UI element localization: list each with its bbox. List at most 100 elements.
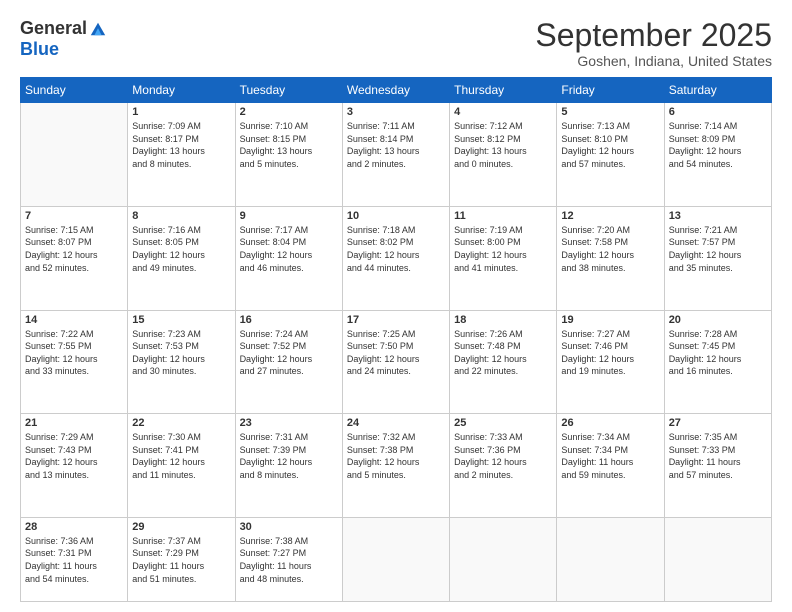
day-number: 14 [25,314,123,326]
header-row: Sunday Monday Tuesday Wednesday Thursday… [21,78,772,103]
day-info: Sunrise: 7:11 AM Sunset: 8:14 PM Dayligh… [347,120,445,170]
day-info: Sunrise: 7:26 AM Sunset: 7:48 PM Dayligh… [454,328,552,378]
table-row: 9 Sunrise: 7:17 AM Sunset: 8:04 PM Daylig… [235,206,342,310]
day-info: Sunrise: 7:16 AM Sunset: 8:05 PM Dayligh… [132,224,230,274]
table-row: 11 Sunrise: 7:19 AM Sunset: 8:00 PM Dayli… [450,206,557,310]
table-row: 16Sunrise: 7:24 AM Sunset: 7:52 PM Dayli… [235,310,342,414]
day-number: 3 [347,106,445,118]
day-number: 10 [347,210,445,222]
day-number: 6 [669,106,767,118]
col-saturday: Saturday [664,78,771,103]
table-row: 23 Sunrise: 7:31 AM Sunset: 7:39 PM Dayli… [235,414,342,518]
day-info: Sunrise: 7:23 AM Sunset: 7:53 PM Dayligh… [132,328,230,378]
day-number: 27 [669,417,767,429]
table-row: 2 Sunrise: 7:10 AM Sunset: 8:15 PM Daylig… [235,103,342,207]
col-monday: Monday [128,78,235,103]
table-row: 4 Sunrise: 7:12 AM Sunset: 8:12 PM Daylig… [450,103,557,207]
day-info: Sunrise: 7:13 AM Sunset: 8:10 PM Dayligh… [561,120,659,170]
table-row: 18 Sunrise: 7:26 AM Sunset: 7:48 PM Dayli… [450,310,557,414]
day-number: 24 [347,417,445,429]
day-number: 23 [240,417,338,429]
day-number: 21 [25,417,123,429]
header: General Blue September 2025 Goshen, Indi… [20,18,772,69]
table-row: 26Sunrise: 7:34 AM Sunset: 7:34 PM Dayli… [557,414,664,518]
day-info: Sunrise: 7:09 AM Sunset: 8:17 PM Dayligh… [132,120,230,170]
table-row: 1Sunrise: 7:09 AM Sunset: 8:17 PM Daylig… [128,103,235,207]
day-info: Sunrise: 7:31 AM Sunset: 7:39 PM Dayligh… [240,431,338,481]
col-tuesday: Tuesday [235,78,342,103]
day-number: 28 [25,521,123,533]
day-info: Sunrise: 7:38 AM Sunset: 7:27 PM Dayligh… [240,535,338,585]
day-info: Sunrise: 7:21 AM Sunset: 7:57 PM Dayligh… [669,224,767,274]
day-number: 9 [240,210,338,222]
day-number: 29 [132,521,230,533]
logo: General Blue [20,18,107,60]
col-friday: Friday [557,78,664,103]
table-row: 19 Sunrise: 7:27 AM Sunset: 7:46 PM Dayli… [557,310,664,414]
table-row: 14 Sunrise: 7:22 AM Sunset: 7:55 PM Dayli… [21,310,128,414]
day-number: 25 [454,417,552,429]
day-number: 7 [25,210,123,222]
day-number: 19 [561,314,659,326]
day-info: Sunrise: 7:27 AM Sunset: 7:46 PM Dayligh… [561,328,659,378]
day-number: 12 [561,210,659,222]
day-number: 30 [240,521,338,533]
table-row: 3 Sunrise: 7:11 AM Sunset: 8:14 PM Daylig… [342,103,449,207]
table-row: 21 Sunrise: 7:29 AM Sunset: 7:43 PM Dayli… [21,414,128,518]
logo-icon [89,20,107,38]
page: General Blue September 2025 Goshen, Indi… [0,0,792,612]
table-row: 29 Sunrise: 7:37 AM Sunset: 7:29 PM Dayli… [128,517,235,601]
col-thursday: Thursday [450,78,557,103]
day-info: Sunrise: 7:19 AM Sunset: 8:00 PM Dayligh… [454,224,552,274]
day-info: Sunrise: 7:28 AM Sunset: 7:45 PM Dayligh… [669,328,767,378]
table-row: 27 Sunrise: 7:35 AM Sunset: 7:33 PM Dayli… [664,414,771,518]
day-info: Sunrise: 7:12 AM Sunset: 8:12 PM Dayligh… [454,120,552,170]
title-block: September 2025 Goshen, Indiana, United S… [535,18,772,69]
table-row: 13 Sunrise: 7:21 AM Sunset: 7:57 PM Dayli… [664,206,771,310]
col-wednesday: Wednesday [342,78,449,103]
table-row: 22 Sunrise: 7:30 AM Sunset: 7:41 PM Dayli… [128,414,235,518]
table-row [664,517,771,601]
day-number: 22 [132,417,230,429]
day-info: Sunrise: 7:30 AM Sunset: 7:41 PM Dayligh… [132,431,230,481]
table-row [557,517,664,601]
subtitle: Goshen, Indiana, United States [535,53,772,69]
day-info: Sunrise: 7:14 AM Sunset: 8:09 PM Dayligh… [669,120,767,170]
table-row: 12Sunrise: 7:20 AM Sunset: 7:58 PM Dayli… [557,206,664,310]
day-info: Sunrise: 7:32 AM Sunset: 7:38 PM Dayligh… [347,431,445,481]
table-row: 6 Sunrise: 7:14 AM Sunset: 8:09 PM Daylig… [664,103,771,207]
day-number: 13 [669,210,767,222]
day-number: 17 [347,314,445,326]
table-row: 28 Sunrise: 7:36 AM Sunset: 7:31 PM Dayli… [21,517,128,601]
day-number: 11 [454,210,552,222]
table-row [21,103,128,207]
table-row: 10 Sunrise: 7:18 AM Sunset: 8:02 PM Dayli… [342,206,449,310]
table-row: 30 Sunrise: 7:38 AM Sunset: 7:27 PM Dayli… [235,517,342,601]
day-number: 5 [561,106,659,118]
table-row: 25Sunrise: 7:33 AM Sunset: 7:36 PM Dayli… [450,414,557,518]
day-info: Sunrise: 7:17 AM Sunset: 8:04 PM Dayligh… [240,224,338,274]
day-number: 16 [240,314,338,326]
calendar-table: Sunday Monday Tuesday Wednesday Thursday… [20,77,772,602]
day-info: Sunrise: 7:10 AM Sunset: 8:15 PM Dayligh… [240,120,338,170]
day-info: Sunrise: 7:37 AM Sunset: 7:29 PM Dayligh… [132,535,230,585]
logo-blue-text: Blue [20,39,59,59]
day-info: Sunrise: 7:25 AM Sunset: 7:50 PM Dayligh… [347,328,445,378]
day-info: Sunrise: 7:22 AM Sunset: 7:55 PM Dayligh… [25,328,123,378]
col-sunday: Sunday [21,78,128,103]
day-info: Sunrise: 7:29 AM Sunset: 7:43 PM Dayligh… [25,431,123,481]
day-number: 2 [240,106,338,118]
day-info: Sunrise: 7:35 AM Sunset: 7:33 PM Dayligh… [669,431,767,481]
table-row: 7Sunrise: 7:15 AM Sunset: 8:07 PM Daylig… [21,206,128,310]
day-number: 8 [132,210,230,222]
day-info: Sunrise: 7:36 AM Sunset: 7:31 PM Dayligh… [25,535,123,585]
table-row [450,517,557,601]
day-number: 4 [454,106,552,118]
day-info: Sunrise: 7:18 AM Sunset: 8:02 PM Dayligh… [347,224,445,274]
table-row: 8 Sunrise: 7:16 AM Sunset: 8:05 PM Daylig… [128,206,235,310]
table-row: 15Sunrise: 7:23 AM Sunset: 7:53 PM Dayli… [128,310,235,414]
table-row: 24 Sunrise: 7:32 AM Sunset: 7:38 PM Dayli… [342,414,449,518]
day-number: 18 [454,314,552,326]
logo-general-text: General [20,18,87,39]
table-row: 17 Sunrise: 7:25 AM Sunset: 7:50 PM Dayli… [342,310,449,414]
